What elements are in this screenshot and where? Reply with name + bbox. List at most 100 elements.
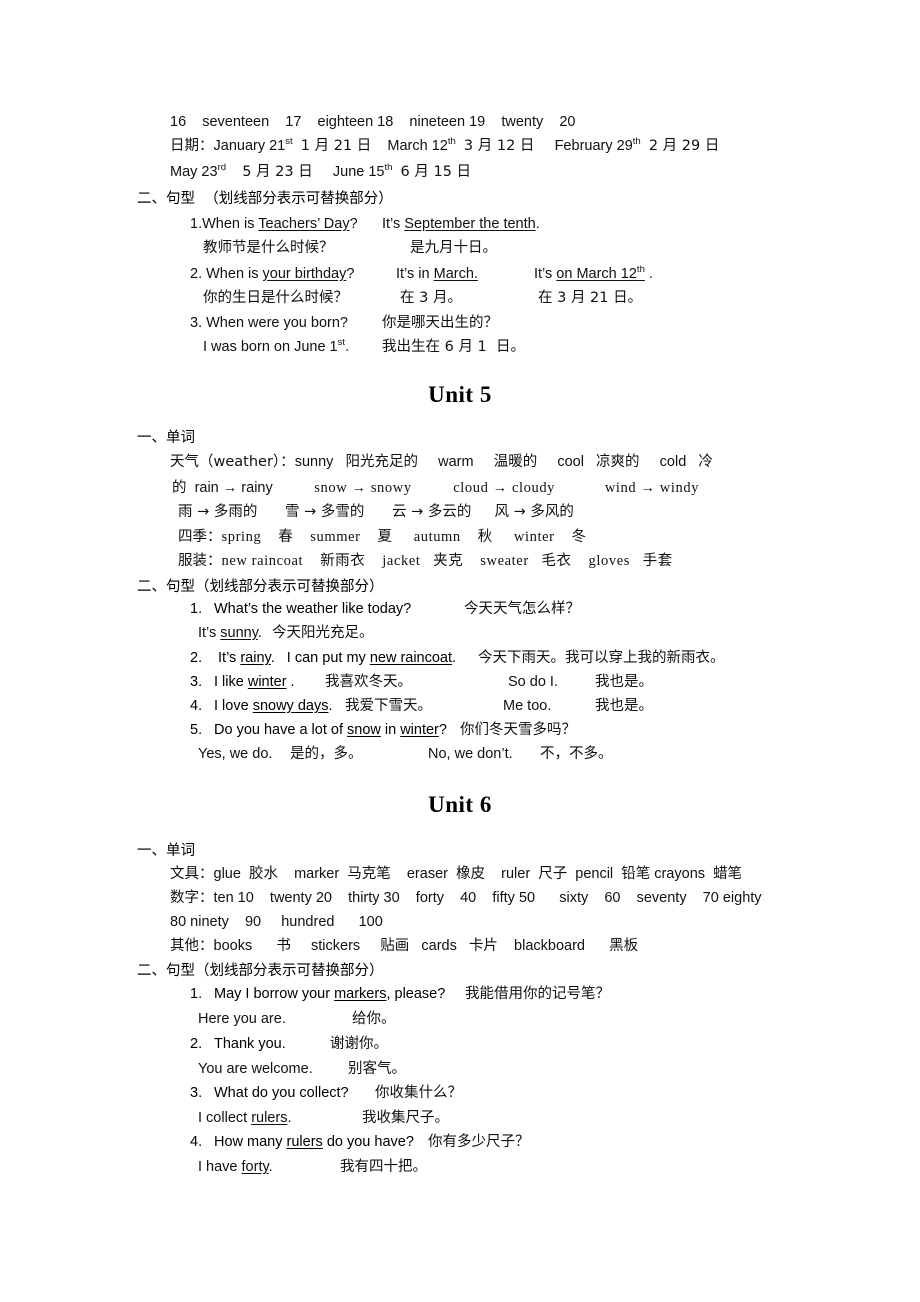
unit4-pattern-3-en: 3. When were you born? xyxy=(190,311,348,335)
pattern-text: I love xyxy=(214,698,253,714)
pattern-text: ? xyxy=(438,722,447,738)
dates-label: 日期： xyxy=(170,138,214,154)
replaceable-phrase: your birthday xyxy=(262,266,347,282)
weather-words: sunny 阳光充足的 warm 温暖的 cool 凉爽的 cold 冷 xyxy=(294,454,713,470)
replaceable-phrase: snow xyxy=(347,722,381,738)
replaceable-phrase: snowy days xyxy=(252,698,329,714)
date-en-5: June 15 xyxy=(332,164,385,180)
seasons-words: spring 春 summer 夏 autumn 秋 winter 冬 xyxy=(221,529,587,545)
replaceable-phrase: Teachers’ Day xyxy=(258,216,350,232)
list-number: 4. xyxy=(190,1134,203,1150)
pattern-text: May I borrow your xyxy=(214,986,335,1002)
date-en-2: March 12 xyxy=(387,138,448,154)
pattern-text: . I can put my xyxy=(270,650,370,666)
list-number: 1. xyxy=(190,216,203,232)
unit6-sentence-3b-cn: 我收集尺子。 xyxy=(362,1110,449,1126)
pattern-text: I collect xyxy=(198,1110,252,1126)
unit4-pattern-3-answer: I was born on June 1st. xyxy=(203,335,349,359)
unit4-numbers-line: 16 seventeen 17 eighteen 18 nineteen 19 … xyxy=(170,110,575,134)
unit5-weather-line: 天气（weather）：sunny 阳光充足的 warm 温暖的 cool 凉爽… xyxy=(170,450,713,474)
numbers-words-2: 80 ninety 90 hundred 100 xyxy=(170,914,383,930)
pattern-text: I like xyxy=(214,674,248,690)
replaceable-phrase: markers xyxy=(334,986,387,1002)
unit6-sentence-1b-cn: 给你。 xyxy=(352,1011,396,1027)
unit6-others-line: 其他：books 书 stickers 贴画 cards 卡片 blackboa… xyxy=(170,934,638,958)
document-page: 16 seventeen 17 eighteen 18 nineteen 19 … xyxy=(0,0,920,1302)
unit6-sentence-4b-cn: 我有四十把。 xyxy=(340,1159,427,1175)
unit6-sentence-2-cn: 谢谢你。 xyxy=(330,1036,388,1052)
unit6-sentence-2b-cn: 别客气。 xyxy=(348,1061,406,1077)
unit6-sentence-3b-en: I collect rulers. xyxy=(198,1106,291,1130)
derive-pair-2: snow → snowy xyxy=(314,480,412,496)
pattern-text: When were you born? xyxy=(206,315,348,331)
unit4-pattern-2-cn-a: 在 3 月。 xyxy=(400,290,462,306)
unit5-sentence-5-yes-en: Yes, we do. xyxy=(198,746,273,762)
pattern-text: What do you collect? xyxy=(214,1085,349,1101)
replaceable-phrase: March. xyxy=(433,266,478,282)
unit6-title: Unit 6 xyxy=(428,792,492,817)
pattern-text: I was born on June 1 xyxy=(203,339,338,355)
pattern-text: Thank you. xyxy=(214,1036,286,1052)
unit5-sentence-1-cn: 今天天气怎么样？ xyxy=(464,601,580,617)
list-number: 3. xyxy=(190,1085,203,1101)
clothes-label: 服装： xyxy=(178,553,222,569)
derive-pair-1: rain → rainy xyxy=(194,480,273,496)
pattern-text: Do you have a lot of xyxy=(214,722,347,738)
unit6-sentence-3-en: 3. What do you collect? xyxy=(190,1081,349,1105)
date-cn-4: 5 月 23 日 xyxy=(242,164,313,180)
ordinal-suffix: th xyxy=(636,264,645,276)
unit4-pattern-2-en: 2. When is your birthday? xyxy=(190,262,354,286)
pattern-text: . xyxy=(535,216,540,232)
replaceable-phrase: rulers xyxy=(251,1110,288,1126)
date-cn-3: 2 月 29 日 xyxy=(648,138,720,154)
unit5-sentence-3-en: 3. I like winter . xyxy=(190,670,295,694)
numbers-label: 数字： xyxy=(170,890,214,906)
unit6-vocab-heading: 一、单词 xyxy=(137,843,195,859)
date-cn-2: 3 月 12 日 xyxy=(463,138,535,154)
derive-cn-1: 雨 → 多雨的 xyxy=(178,504,258,520)
unit5-sentence-1b-cn: 今天阳光充足。 xyxy=(272,625,374,641)
pattern-text: . xyxy=(257,625,262,641)
replaceable-phrase: winter xyxy=(400,722,439,738)
unit5-sentence-2-en: 2. It’s rainy. I can put my new raincoat… xyxy=(190,646,456,670)
unit5-derive-en-line: 的 rain → rainy snow → snowy cloud → clou… xyxy=(172,476,699,502)
ordinal-suffix: th xyxy=(632,136,641,148)
pattern-text: . xyxy=(644,266,653,282)
weather-label: 天气（weather）： xyxy=(170,454,295,470)
ordinal-suffix: th xyxy=(447,136,456,148)
replaceable-phrase: rulers xyxy=(286,1134,323,1150)
seasons-label: 四季： xyxy=(178,529,222,545)
unit4-pattern-2-cn: 你的生日是什么时候？ xyxy=(203,290,348,306)
unit6-numbers-line-2: 80 ninety 90 hundred 100 xyxy=(170,910,383,934)
list-number: 2. xyxy=(190,266,203,282)
pattern-text: , please? xyxy=(386,986,446,1002)
pattern-text: in xyxy=(380,722,401,738)
stationery-label: 文具： xyxy=(170,866,214,882)
list-number: 2. xyxy=(190,1036,203,1052)
list-number: 3. xyxy=(190,315,203,331)
unit6-sentence-1b-en: Here you are. xyxy=(198,1011,286,1027)
pattern-text: It’s xyxy=(198,625,221,641)
list-number: 1. xyxy=(190,986,203,1002)
weather-cont: 的 xyxy=(172,480,187,496)
unit6-sentence-1-cn: 我能借用你的记号笔？ xyxy=(465,986,610,1002)
unit6-sentence-4-cn: 你有多少尺子？ xyxy=(428,1134,530,1150)
unit5-sentence-4-reply-en: Me too. xyxy=(503,698,552,714)
unit5-sentence-5-en: 5. Do you have a lot of snow in winter? xyxy=(190,718,447,742)
list-number: 4. xyxy=(190,698,203,714)
others-words: books 书 stickers 贴画 cards 卡片 blackboard … xyxy=(213,938,639,954)
derive-pair-4: wind → windy xyxy=(604,480,700,496)
unit4-pattern-1-cn: 教师节是什么时候？ xyxy=(203,240,334,256)
unit5-sentence-3-reply-cn: 我也是。 xyxy=(595,674,653,690)
pattern-text: . xyxy=(345,339,350,355)
unit6-stationery-line: 文具：glue 胶水 marker 马克笔 eraser 橡皮 ruler 尺子… xyxy=(170,862,742,886)
unit5-sentence-2-cn: 今天下雨天。我可以穿上我的新雨衣。 xyxy=(478,650,725,666)
unit5-seasons-line: 四季：spring 春 summer 夏 autumn 秋 winter 冬 xyxy=(178,525,587,549)
unit4-pattern-1-cn-answer: 是九月十日。 xyxy=(410,240,497,256)
unit4-dates-line-2: May 23rd 5 月 23 日 June 15th 6 月 15 日 xyxy=(170,160,471,184)
pattern-text: It’s xyxy=(534,266,557,282)
unit4-pattern-1-en: 1.When is Teachers’ Day? xyxy=(190,212,358,236)
ordinal-suffix: st xyxy=(337,337,346,349)
pattern-text: . xyxy=(268,1159,273,1175)
pattern-text: . xyxy=(328,698,333,714)
